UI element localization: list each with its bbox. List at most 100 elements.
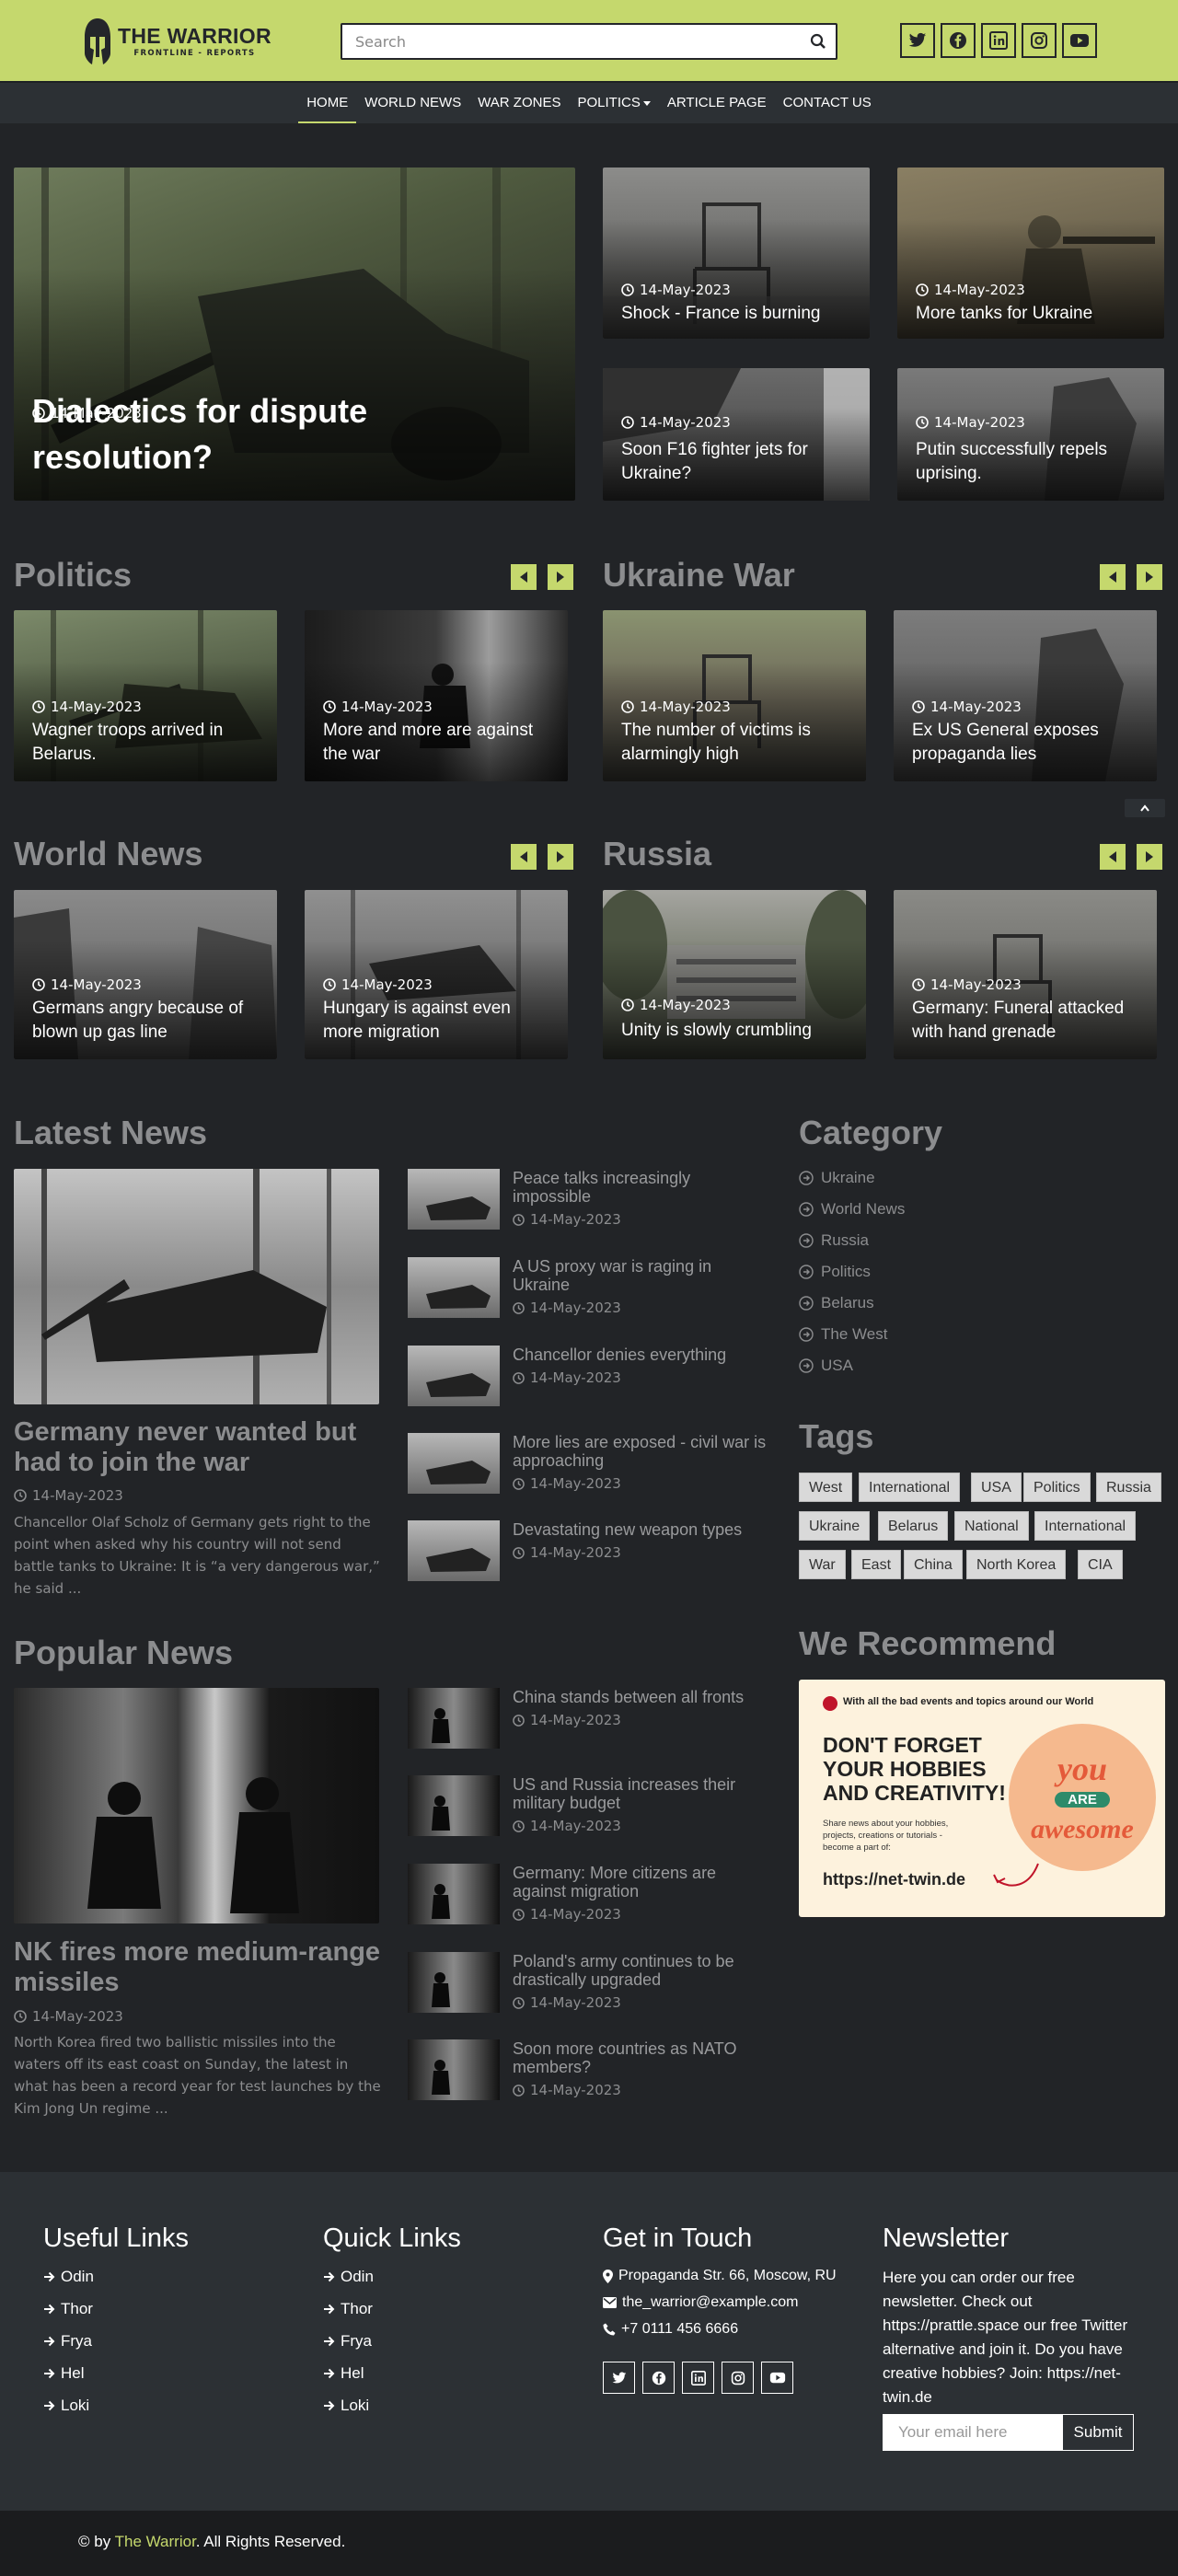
latest-item-3[interactable]: Chancellor denies everything 14-May-2023 xyxy=(408,1346,776,1406)
prev-button[interactable] xyxy=(1100,564,1126,590)
prev-button[interactable] xyxy=(1100,844,1126,870)
nav-article-page[interactable]: ARTICLE PAGE xyxy=(659,83,775,123)
category-item-russia[interactable]: Russia xyxy=(799,1231,869,1250)
instagram-link[interactable] xyxy=(1022,23,1057,58)
site-logo[interactable]: THE WARRIOR FRONTLINE - REPORTS xyxy=(83,17,271,66)
item-title[interactable]: Germany: More citizens are against migra… xyxy=(513,1864,770,1900)
back-to-top-button[interactable] xyxy=(1125,799,1165,817)
contact-phone[interactable]: +7 0111 456 6666 xyxy=(603,2321,738,2338)
category-item-politics[interactable]: Politics xyxy=(799,1263,871,1281)
popular-item-3[interactable]: Germany: More citizens are against migra… xyxy=(408,1864,776,1924)
latest-item-2[interactable]: A US proxy war is raging in Ukraine 14-M… xyxy=(408,1257,776,1318)
russia-card-2[interactable]: 14-May-2023 Germany: Funeral attacked wi… xyxy=(894,890,1157,1059)
newsletter-email-input[interactable] xyxy=(884,2415,1061,2450)
tag-cia[interactable]: CIA xyxy=(1078,1550,1123,1579)
popular-item-2[interactable]: US and Russia increases their military b… xyxy=(408,1775,776,1836)
hero-card-2-title[interactable]: More tanks for Ukraine xyxy=(916,302,1146,326)
item-title[interactable]: Devastating new weapon types xyxy=(513,1520,770,1539)
hero-card-3-title[interactable]: Soon F16 fighter jets for Ukraine? xyxy=(621,438,851,486)
tag-china[interactable]: China xyxy=(904,1550,963,1579)
search-icon[interactable] xyxy=(810,33,826,50)
nav-world-news[interactable]: WORLD NEWS xyxy=(356,83,469,123)
tag-national[interactable]: National xyxy=(954,1511,1029,1541)
latest-feature-title[interactable]: Germany never wanted but had to join the… xyxy=(14,1417,382,1478)
hero-main-card[interactable]: Dialectics for dispute resolution? 14-Ma… xyxy=(14,167,575,501)
ukraine-card-1-title[interactable]: The number of victims is alarmingly high xyxy=(621,719,848,767)
world-card-2[interactable]: 14-May-2023 Hungary is against even more… xyxy=(305,890,568,1059)
useful-link-thor[interactable]: Thor xyxy=(43,2300,93,2318)
twitter-link[interactable] xyxy=(603,2362,635,2394)
hero-card-1[interactable]: 14-May-2023 Shock - France is burning xyxy=(603,167,870,339)
politics-card-1[interactable]: 14-May-2023 Wagner troops arrived in Bel… xyxy=(14,610,277,781)
tag-north-korea[interactable]: North Korea xyxy=(966,1550,1067,1579)
hero-card-3[interactable]: 14-May-2023 Soon F16 fighter jets for Uk… xyxy=(603,368,870,501)
copyright-brand-link[interactable]: The Warrior xyxy=(115,2533,196,2550)
item-title[interactable]: More lies are exposed - civil war is app… xyxy=(513,1433,770,1470)
world-card-1[interactable]: 14-May-2023 Germans angry because of blo… xyxy=(14,890,277,1059)
category-item-usa[interactable]: USA xyxy=(799,1357,853,1375)
tag-usa[interactable]: USA xyxy=(971,1473,1022,1502)
politics-card-2-title[interactable]: More and more are against the war xyxy=(323,719,549,767)
latest-item-4[interactable]: More lies are exposed - civil war is app… xyxy=(408,1433,776,1494)
popular-item-1[interactable]: China stands between all fronts 14-May-2… xyxy=(408,1688,776,1749)
youtube-link[interactable] xyxy=(761,2362,793,2394)
nav-war-zones[interactable]: WAR ZONES xyxy=(469,83,569,123)
tag-war[interactable]: War xyxy=(799,1550,846,1579)
tag-ukraine[interactable]: Ukraine xyxy=(799,1511,871,1541)
category-item-world-news[interactable]: World News xyxy=(799,1200,905,1219)
item-title[interactable]: Soon more countries as NATO members? xyxy=(513,2039,770,2076)
popular-feature-image[interactable] xyxy=(14,1688,379,1923)
hero-card-4[interactable]: 14-May-2023 Putin successfully repels up… xyxy=(897,368,1164,501)
prev-button[interactable] xyxy=(511,844,537,870)
hero-card-2[interactable]: 14-May-2023 More tanks for Ukraine xyxy=(897,167,1164,339)
item-title[interactable]: Chancellor denies everything xyxy=(513,1346,770,1364)
tag-international-2[interactable]: International xyxy=(1034,1511,1137,1541)
latest-feature-image[interactable] xyxy=(14,1169,379,1404)
useful-link-loki[interactable]: Loki xyxy=(43,2397,89,2415)
next-button[interactable] xyxy=(548,844,573,870)
russia-card-1[interactable]: 14-May-2023 Unity is slowly crumbling xyxy=(603,890,866,1059)
facebook-link[interactable] xyxy=(642,2362,675,2394)
category-item-belarus[interactable]: Belarus xyxy=(799,1294,874,1312)
hero-main-title[interactable]: Dialectics for dispute resolution? xyxy=(32,388,557,480)
quick-link-loki[interactable]: Loki xyxy=(323,2397,369,2415)
nav-politics-dropdown[interactable]: POLITICS xyxy=(569,83,658,123)
world-card-2-title[interactable]: Hungary is against even more migration xyxy=(323,997,549,1045)
world-card-1-title[interactable]: Germans angry because of blown up gas li… xyxy=(32,997,259,1045)
tag-politics[interactable]: Politics xyxy=(1023,1473,1091,1502)
politics-card-2[interactable]: 14-May-2023 More and more are against th… xyxy=(305,610,568,781)
prev-button[interactable] xyxy=(511,564,537,590)
useful-link-hel[interactable]: Hel xyxy=(43,2364,85,2383)
facebook-link[interactable] xyxy=(941,23,976,58)
item-title[interactable]: A US proxy war is raging in Ukraine xyxy=(513,1257,770,1294)
tag-east[interactable]: East xyxy=(851,1550,902,1579)
popular-item-5[interactable]: Soon more countries as NATO members? 14-… xyxy=(408,2039,776,2100)
next-button[interactable] xyxy=(548,564,573,590)
tag-belarus[interactable]: Belarus xyxy=(878,1511,949,1541)
next-button[interactable] xyxy=(1137,844,1162,870)
newsletter-submit-button[interactable]: Submit xyxy=(1062,2414,1134,2451)
linkedin-link[interactable] xyxy=(682,2362,714,2394)
ukraine-card-2[interactable]: 14-May-2023 Ex US General exposes propag… xyxy=(894,610,1157,781)
item-title[interactable]: China stands between all fronts xyxy=(513,1688,770,1706)
next-button[interactable] xyxy=(1137,564,1162,590)
contact-email[interactable]: the_warrior@example.com xyxy=(603,2294,798,2311)
tag-russia[interactable]: Russia xyxy=(1096,1473,1161,1502)
recommend-ad-banner[interactable]: With all the bad events and topics aroun… xyxy=(799,1680,1165,1917)
category-item-ukraine[interactable]: Ukraine xyxy=(799,1169,875,1187)
politics-card-1-title[interactable]: Wagner troops arrived in Belarus. xyxy=(32,719,259,767)
nav-contact-us[interactable]: CONTACT US xyxy=(775,83,880,123)
ad-url[interactable]: https://net-twin.de xyxy=(823,1870,965,1889)
youtube-link[interactable] xyxy=(1062,23,1097,58)
search-input[interactable] xyxy=(342,25,784,58)
item-title[interactable]: US and Russia increases their military b… xyxy=(513,1775,770,1812)
item-title[interactable]: Peace talks increasingly impossible xyxy=(513,1169,770,1206)
quick-link-hel[interactable]: Hel xyxy=(323,2364,364,2383)
useful-link-frya[interactable]: Frya xyxy=(43,2332,92,2351)
ukraine-card-2-title[interactable]: Ex US General exposes propaganda lies xyxy=(912,719,1138,767)
tag-west[interactable]: West xyxy=(799,1473,853,1502)
instagram-link[interactable] xyxy=(722,2362,754,2394)
twitter-link[interactable] xyxy=(900,23,935,58)
tag-international[interactable]: International xyxy=(859,1473,961,1502)
latest-item-1[interactable]: Peace talks increasingly impossible 14-M… xyxy=(408,1169,776,1230)
